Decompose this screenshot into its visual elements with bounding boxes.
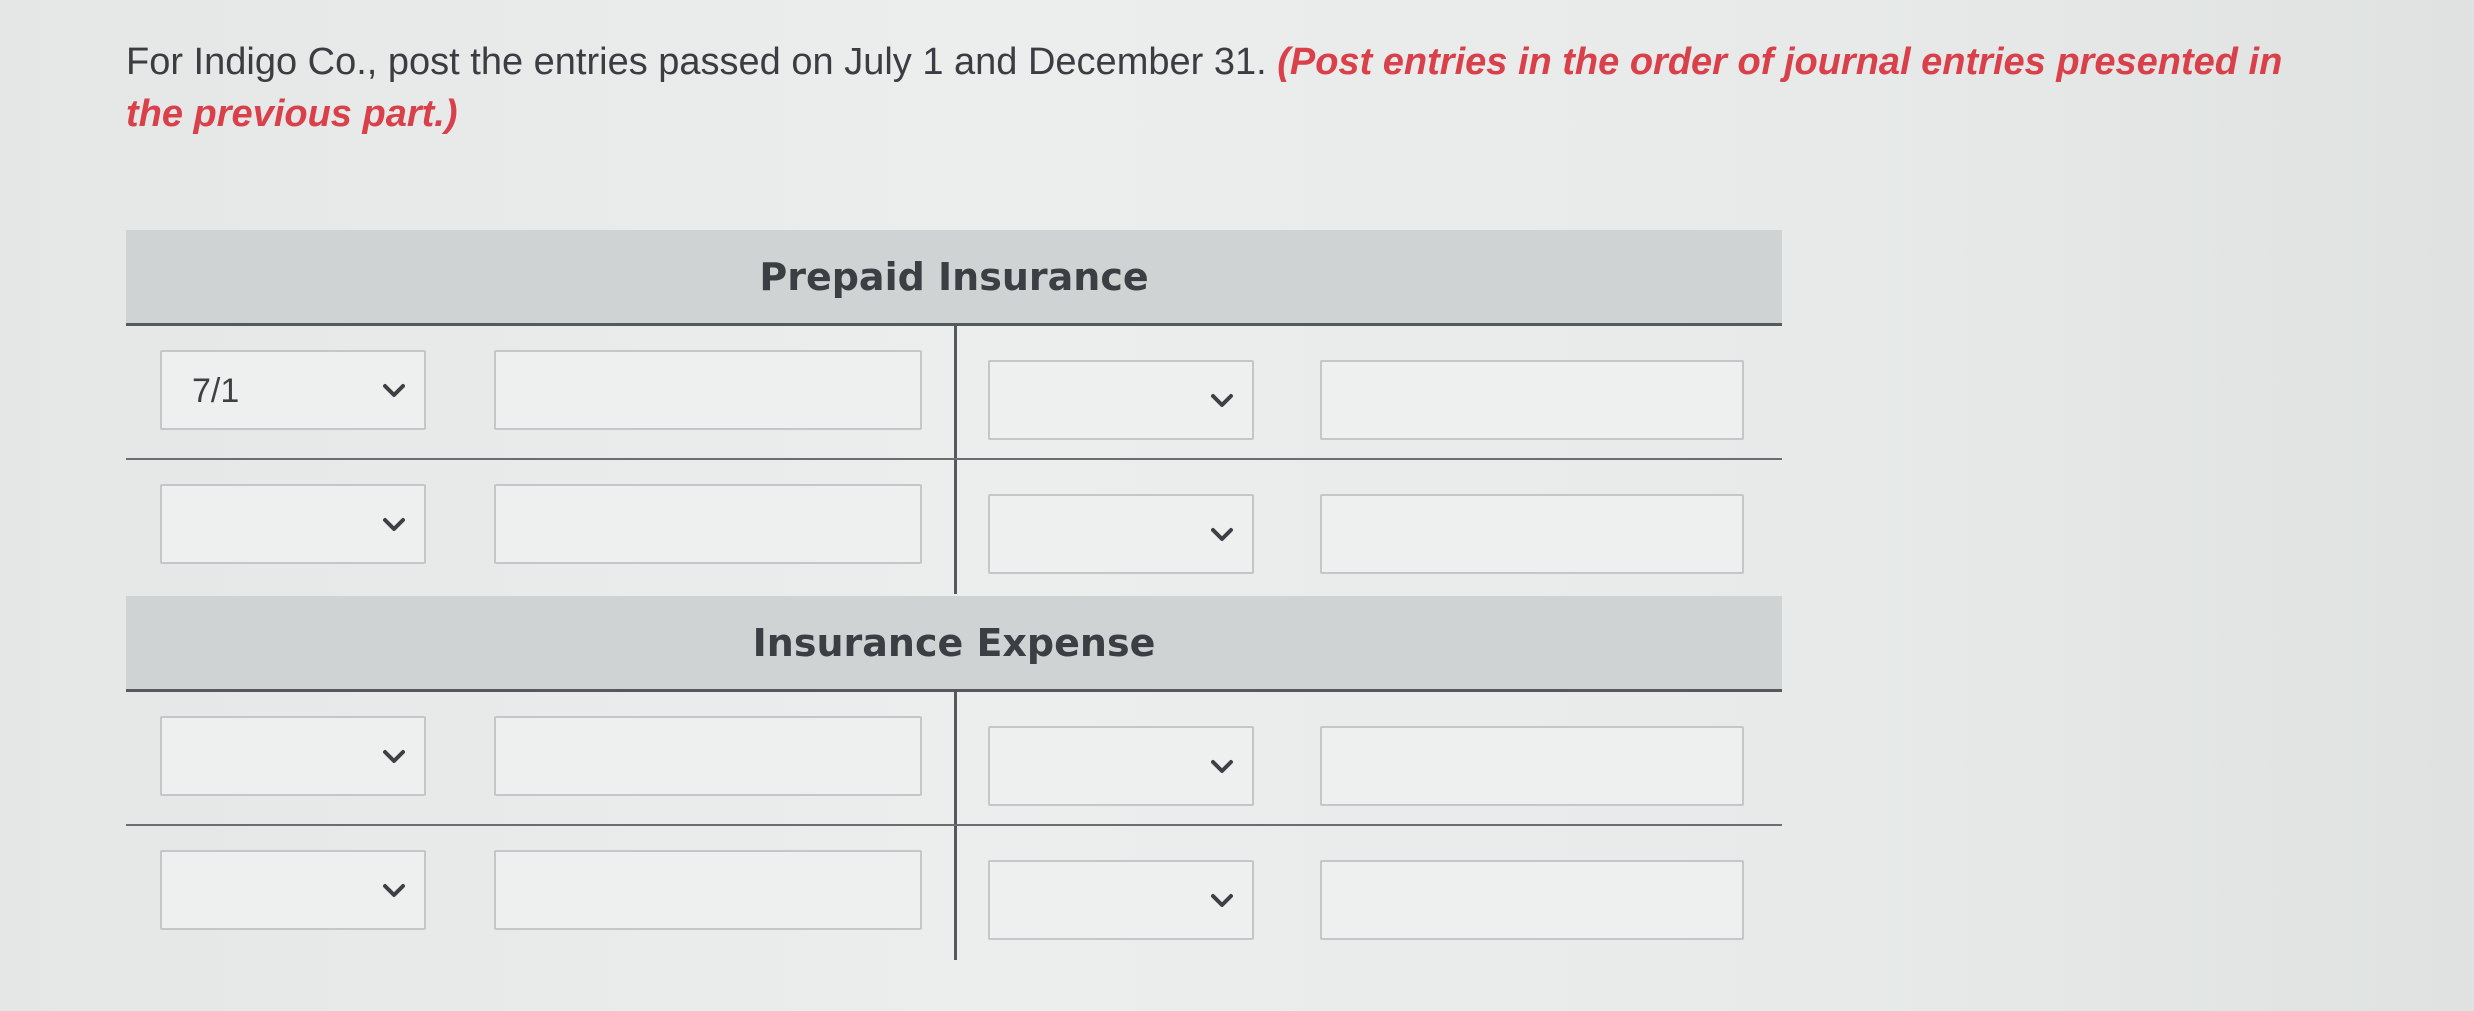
debit-amount-input[interactable] <box>494 850 922 930</box>
credit-amount-input[interactable] <box>1320 860 1744 940</box>
t-account-body <box>126 692 1782 960</box>
credit-amount-input[interactable] <box>1320 494 1744 574</box>
debit-amount-input[interactable] <box>494 484 922 564</box>
credit-amount-input[interactable] <box>1320 726 1744 806</box>
instruction-main: For Indigo Co., post the entries passed … <box>126 41 1278 83</box>
t-account-insurance-expense: Insurance Expense <box>126 596 1782 960</box>
chevron-down-icon <box>1211 894 1233 907</box>
credit-date-select[interactable] <box>988 726 1254 806</box>
posting-row: 7/1 <box>126 326 1782 460</box>
debit-date-select[interactable]: 7/1 <box>160 350 426 430</box>
t-account-prepaid-insurance: Prepaid Insurance 7/1 <box>126 230 1782 594</box>
chevron-down-icon <box>383 384 405 397</box>
debit-amount-input[interactable] <box>494 350 922 430</box>
debit-date-select[interactable] <box>160 850 426 930</box>
chevron-down-icon <box>383 750 405 763</box>
chevron-down-icon <box>1211 394 1233 407</box>
posting-row <box>126 460 1782 594</box>
credit-date-select[interactable] <box>988 360 1254 440</box>
debit-date-select[interactable] <box>160 716 426 796</box>
chevron-down-icon <box>383 884 405 897</box>
debit-amount-input[interactable] <box>494 716 922 796</box>
instruction-text: For Indigo Co., post the entries passed … <box>126 36 2286 140</box>
chevron-down-icon <box>383 518 405 531</box>
posting-row <box>126 692 1782 826</box>
posting-row <box>126 826 1782 960</box>
debit-date-select[interactable] <box>160 484 426 564</box>
page: For Indigo Co., post the entries passed … <box>0 0 2474 1011</box>
account-title: Prepaid Insurance <box>126 230 1782 326</box>
chevron-down-icon <box>1211 760 1233 773</box>
credit-date-select[interactable] <box>988 494 1254 574</box>
account-title: Insurance Expense <box>126 596 1782 692</box>
credit-amount-input[interactable] <box>1320 360 1744 440</box>
debit-date-value: 7/1 <box>192 372 240 410</box>
t-account-body: 7/1 <box>126 326 1782 594</box>
credit-date-select[interactable] <box>988 860 1254 940</box>
chevron-down-icon <box>1211 528 1233 541</box>
